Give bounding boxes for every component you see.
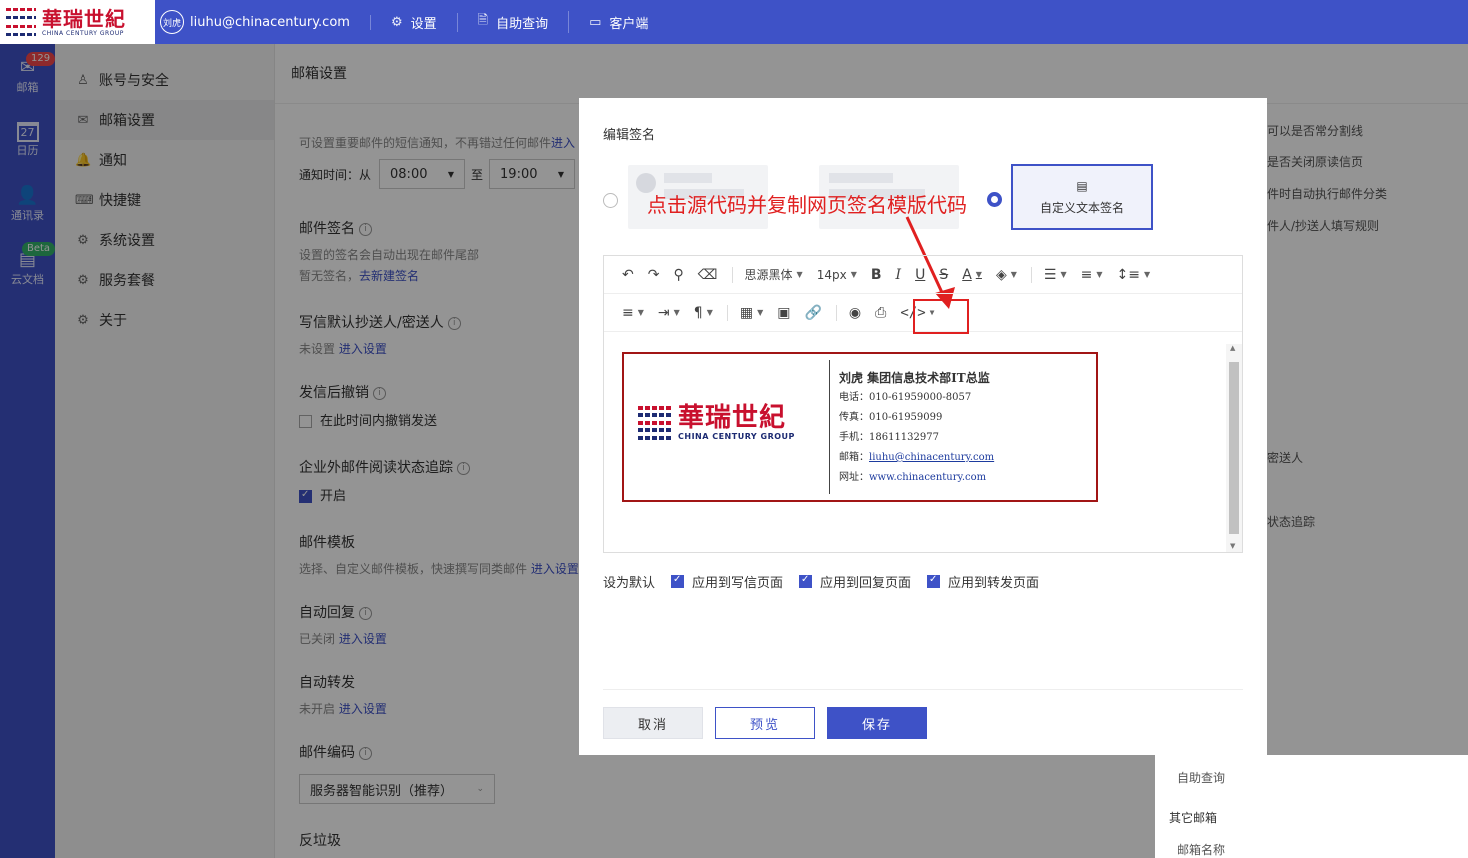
highlight-color-icon[interactable]: ◈ ▼ (996, 267, 1017, 283)
cancel-button[interactable]: 取消 (603, 707, 703, 739)
edit-signature-dialog: 编辑签名 ▤ 自定义文本签名 点击源代码并复制网页签名模版代码 ↶ ↷ ⚲ ⌫ … (579, 98, 1267, 755)
signature-name: 刘虎 集团信息技术部IT总监 (839, 371, 990, 385)
font-size-select[interactable]: 14px ▼ (817, 268, 857, 282)
scroll-down-icon[interactable]: ▼ (1230, 542, 1235, 550)
line-height-icon[interactable]: ↕≡ ▼ (1116, 267, 1150, 283)
gear-icon: ⚙ (390, 14, 403, 30)
signature-fax: 传真：010-61959099 (839, 412, 943, 423)
print-icon[interactable]: ⎙ (875, 305, 886, 321)
dialog-title: 编辑签名 (603, 128, 656, 143)
signature-phone: 电话：010-61959000-8057 (839, 392, 972, 403)
strikethrough-icon[interactable]: S (939, 267, 948, 283)
source-code-highlight (913, 299, 969, 334)
search-doc-icon: 🗎 (477, 13, 489, 28)
numbered-list-icon[interactable]: ≡ ▼ (1081, 267, 1103, 283)
right-lower-panel: 自助查询 其它邮箱 邮箱名称 (1155, 755, 1468, 858)
font-family-select[interactable]: 思源黑体 ▼ (745, 266, 803, 283)
default-options: 设为默认 应用到写信页面 应用到回复页面 应用到转发页面 (603, 572, 1039, 591)
signature-logo: 華瑞世紀 CHINA CENTURY GROUP (638, 404, 795, 441)
table-icon[interactable]: ▦ ▼ (740, 305, 763, 321)
signature-editor: ↶ ↷ ⚲ ⌫ 思源黑体 ▼ 14px ▼ B I U S A ▼ ◈ ▼ ☰ ▼ ≡ ▼ … (603, 255, 1243, 553)
logo-en-text: CHINA CENTURY GROUP (42, 29, 124, 37)
italic-icon[interactable]: I (896, 267, 902, 283)
undo-icon[interactable]: ↶ (622, 267, 634, 283)
mailbox-name-label: 邮箱名称 (1177, 843, 1226, 857)
redo-icon[interactable]: ↷ (648, 267, 660, 283)
scroll-up-icon[interactable]: ▲ (1230, 344, 1235, 352)
bold-icon[interactable]: B (871, 267, 882, 283)
template-radio-custom[interactable] (987, 192, 1002, 207)
editor-toolbar-row-1: ↶ ↷ ⚲ ⌫ 思源黑体 ▼ 14px ▼ B I U S A ▼ ◈ ▼ ☰ ▼ ≡ ▼ … (604, 256, 1242, 294)
align-icon[interactable]: ≡ ▼ (622, 305, 644, 321)
self-query-link[interactable]: 自助查询 (1177, 769, 1225, 786)
eraser-icon[interactable]: ⌫ (698, 267, 718, 283)
logo-cn-text: 華瑞世紀 (42, 6, 126, 31)
apply-reply-checkbox[interactable] (799, 574, 813, 588)
account-email[interactable]: liuhu@chinacentury.com (190, 14, 371, 30)
top-bar: 華瑞世紀 CHINA CENTURY GROUP 刘虎 liuhu@chinac… (0, 0, 1468, 44)
font-color-icon[interactable]: A ▼ (962, 267, 982, 283)
template-radio-1[interactable] (603, 193, 618, 208)
custom-text-signature-card[interactable]: ▤ 自定义文本签名 (1011, 164, 1153, 230)
paragraph-icon[interactable]: ¶ ▼ (694, 305, 713, 321)
apply-forward-checkbox[interactable] (927, 574, 941, 588)
avatar[interactable]: 刘虎 (160, 10, 184, 34)
self-service-link[interactable]: 🗎 自助查询 (458, 11, 570, 33)
scroll-thumb[interactable] (1229, 362, 1239, 534)
bullet-list-icon[interactable]: ☰ ▼ (1044, 267, 1067, 283)
image-icon[interactable]: ▣ (777, 305, 790, 321)
dialog-divider (603, 689, 1243, 690)
signature-email[interactable]: liuhu@chinacentury.com (869, 452, 994, 463)
preview-eye-icon[interactable]: ◉ (849, 305, 861, 321)
apply-compose-checkbox[interactable] (671, 574, 685, 588)
link-icon[interactable]: 🔗 (804, 305, 821, 321)
underline-icon[interactable]: U (915, 267, 925, 283)
logo-mark-icon (638, 405, 672, 440)
document-icon: ▤ (1076, 178, 1088, 193)
defaults-label: 设为默认 (603, 576, 656, 591)
preview-button[interactable]: 预览 (715, 707, 815, 739)
logo-mark-icon (6, 8, 36, 36)
signature-preview: 華瑞世紀 CHINA CENTURY GROUP 刘虎 集团信息技术部IT总监 … (622, 352, 1098, 502)
custom-signature-label: 自定义文本签名 (1039, 200, 1124, 215)
settings-link[interactable]: ⚙ 设置 (371, 12, 458, 32)
editor-content[interactable]: 華瑞世紀 CHINA CENTURY GROUP 刘虎 集团信息技术部IT总监 … (604, 334, 1224, 552)
other-mailbox-title: 其它邮箱 (1169, 811, 1218, 825)
format-painter-icon[interactable]: ⚲ (673, 267, 683, 283)
indent-icon[interactable]: ⇥ ▼ (658, 305, 680, 321)
client-link[interactable]: ▭ 客户端 (569, 13, 668, 32)
signature-website[interactable]: www.chinacentury.com (869, 472, 986, 483)
save-button[interactable]: 保存 (827, 707, 927, 739)
signature-mobile: 手机：18611132977 (839, 432, 939, 443)
monitor-icon: ▭ (589, 14, 602, 30)
editor-scrollbar[interactable]: ▲ ▼ (1226, 344, 1242, 552)
signature-divider (829, 360, 830, 494)
company-logo[interactable]: 華瑞世紀 CHINA CENTURY GROUP (0, 0, 155, 44)
